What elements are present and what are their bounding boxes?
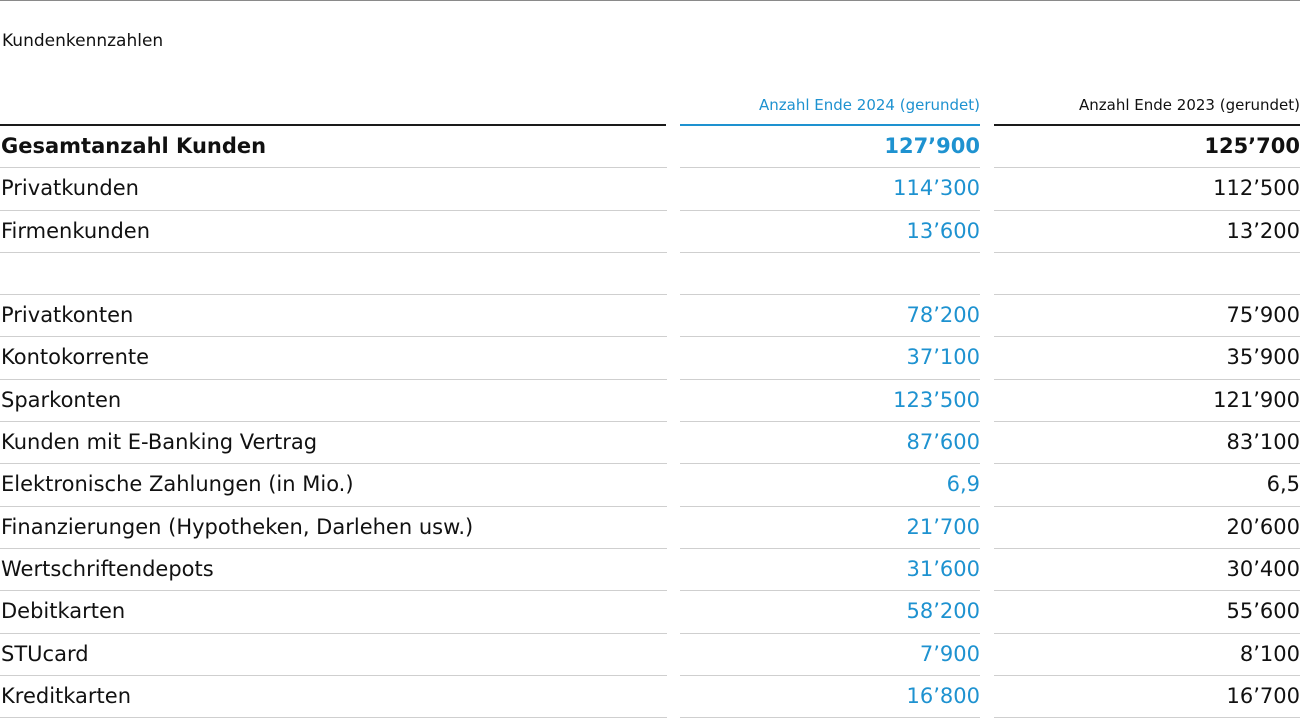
row-label: Privatkunden bbox=[0, 168, 667, 211]
row-label: Privatkonten bbox=[0, 295, 667, 338]
table-row: Kunden mit E-Banking Vertrag 87’600 83’1… bbox=[0, 422, 1300, 465]
table-row: Finanzierungen (Hypotheken, Darlehen usw… bbox=[0, 507, 1300, 549]
table-row: Gesamtanzahl Kunden 127’900 125’700 bbox=[0, 126, 1300, 169]
value-2024: 87’600 bbox=[680, 422, 980, 465]
value-2024: 31’600 bbox=[680, 549, 980, 592]
table-row: STUcard 7’900 8’100 bbox=[0, 634, 1300, 676]
table-title: Kundenkennzahlen bbox=[2, 31, 164, 51]
value-2023: 20’600 bbox=[994, 507, 1300, 549]
row-label: Kreditkarten bbox=[0, 676, 667, 718]
column-header-2023: Anzahl Ende 2023 (gerundet) bbox=[1079, 96, 1300, 114]
value-2023: 30’400 bbox=[994, 549, 1300, 592]
value-2024: 21’700 bbox=[680, 507, 980, 549]
value-2023: 55’600 bbox=[994, 591, 1300, 634]
row-label: Kunden mit E-Banking Vertrag bbox=[0, 422, 667, 465]
value-2023: 6,5 bbox=[994, 464, 1300, 507]
value-2024: 7’900 bbox=[680, 634, 980, 676]
table-row: Kreditkarten 16’800 16’700 bbox=[0, 676, 1300, 718]
row-label: Sparkonten bbox=[0, 380, 667, 423]
row-label: Gesamtanzahl Kunden bbox=[0, 126, 667, 169]
value-2024 bbox=[680, 253, 980, 296]
value-2023: 8’100 bbox=[994, 634, 1300, 676]
table-row: Elektronische Zahlungen (in Mio.) 6,9 6,… bbox=[0, 464, 1300, 507]
value-2024: 16’800 bbox=[680, 676, 980, 718]
value-2023: 75’900 bbox=[994, 295, 1300, 338]
value-2024: 78’200 bbox=[680, 295, 980, 338]
customer-metrics-table: Gesamtanzahl Kunden 127’900 125’700 Priv… bbox=[0, 126, 1300, 718]
value-2023: 125’700 bbox=[994, 126, 1300, 169]
value-2024: 13’600 bbox=[680, 211, 980, 253]
value-2024: 58’200 bbox=[680, 591, 980, 634]
value-2024: 127’900 bbox=[680, 126, 980, 169]
row-label: Firmenkunden bbox=[0, 211, 667, 253]
value-2024: 114’300 bbox=[680, 168, 980, 211]
table-row-spacer bbox=[0, 253, 1300, 296]
value-2024: 6,9 bbox=[680, 464, 980, 507]
value-2024: 37’100 bbox=[680, 337, 980, 380]
row-label: Kontokorrente bbox=[0, 337, 667, 380]
table-row: Privatkunden 114’300 112’500 bbox=[0, 168, 1300, 211]
row-label: Wertschriftendepots bbox=[0, 549, 667, 592]
row-label: Debitkarten bbox=[0, 591, 667, 634]
table-row: Debitkarten 58’200 55’600 bbox=[0, 591, 1300, 634]
table-row: Kontokorrente 37’100 35’900 bbox=[0, 337, 1300, 380]
value-2023: 35’900 bbox=[994, 337, 1300, 380]
table-row: Wertschriftendepots 31’600 30’400 bbox=[0, 549, 1300, 592]
row-label: Elektronische Zahlungen (in Mio.) bbox=[0, 464, 667, 507]
table-row: Firmenkunden 13’600 13’200 bbox=[0, 211, 1300, 253]
value-2024: 123’500 bbox=[680, 380, 980, 423]
value-2023: 13’200 bbox=[994, 211, 1300, 253]
table-row: Sparkonten 123’500 121’900 bbox=[0, 380, 1300, 423]
column-header-2024: Anzahl Ende 2024 (gerundet) bbox=[759, 96, 980, 114]
value-2023: 16’700 bbox=[994, 676, 1300, 718]
row-label: STUcard bbox=[0, 634, 667, 676]
table-row: Privatkonten 78’200 75’900 bbox=[0, 295, 1300, 338]
value-2023: 112’500 bbox=[994, 168, 1300, 211]
value-2023 bbox=[994, 253, 1300, 296]
value-2023: 121’900 bbox=[994, 380, 1300, 423]
value-2023: 83’100 bbox=[994, 422, 1300, 465]
top-divider bbox=[0, 0, 1300, 1]
row-label bbox=[0, 253, 667, 296]
row-label: Finanzierungen (Hypotheken, Darlehen usw… bbox=[0, 507, 667, 549]
